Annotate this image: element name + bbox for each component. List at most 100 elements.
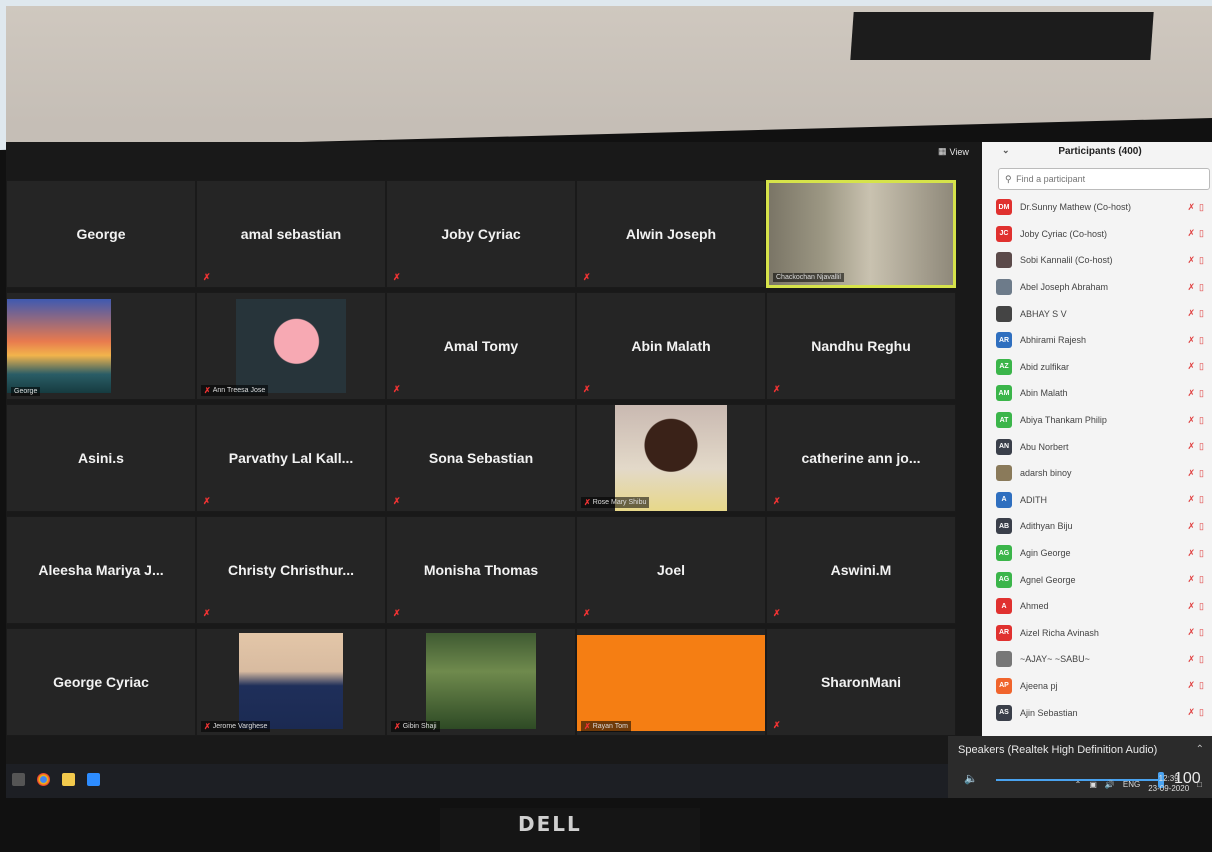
participant-name: Joby Cyriac (441, 226, 521, 242)
participant-row-name: Abiya Thankam Philip (1020, 415, 1107, 426)
video-tile[interactable]: ✗ Rayan Tom (576, 628, 766, 736)
mic-video-off-icon: ✗▯ (1187, 680, 1208, 691)
chevron-up-icon[interactable]: ⌃ (1196, 744, 1204, 755)
participant-search[interactable]: ⚲ (998, 168, 1210, 190)
video-name-label: George (11, 387, 41, 396)
video-tile[interactable]: Joby Cyriac ✗ (386, 180, 576, 288)
video-tile[interactable]: Amal Tomy ✗ (386, 292, 576, 400)
notification-icon[interactable]: □ (1197, 780, 1202, 789)
volume-icon[interactable]: 🔊 (1105, 780, 1115, 789)
video-tile[interactable]: George Cyriac (6, 628, 196, 736)
video-tile[interactable]: George (6, 292, 196, 400)
participant-row[interactable]: AZ Abid zulfikar ✗▯ (996, 354, 1212, 381)
participant-row-name: Ajeena pj (1020, 680, 1058, 691)
participant-row[interactable]: AG Agnel George ✗▯ (996, 566, 1212, 593)
participant-row-name: Joby Cyriac (Co-host) (1020, 228, 1108, 239)
mic-video-off-icon: ✗▯ (1187, 254, 1208, 265)
participant-row[interactable]: ABHAY S V ✗▯ (996, 300, 1212, 327)
participant-row[interactable]: AT Abiya Thankam Philip ✗▯ (996, 407, 1212, 434)
video-tile[interactable]: Parvathy Lal Kall... ✗ (196, 404, 386, 512)
language-indicator[interactable]: ENG (1123, 780, 1140, 789)
file-explorer-icon[interactable] (62, 773, 75, 786)
task-view-icon[interactable] (12, 773, 25, 786)
video-tile[interactable]: Chackochan Njavallil (766, 180, 956, 288)
video-tile[interactable]: Aswini.M ✗ (766, 516, 956, 624)
video-tile[interactable]: ✗ Jerome Varghese (196, 628, 386, 736)
participant-row[interactable]: DM Dr.Sunny Mathew (Co-host) ✗▯ (996, 194, 1212, 221)
participant-row-name: Adithyan Biju (1020, 521, 1073, 532)
participant-name: SharonMani (820, 674, 902, 690)
participant-row[interactable]: AP Ajeena pj ✗▯ (996, 673, 1212, 700)
video-name-text: Gibin Shaji (402, 723, 437, 730)
participant-row[interactable]: JC Joby Cyriac (Co-host) ✗▯ (996, 221, 1212, 248)
video-tile[interactable]: Nandhu Reghu ✗ (766, 292, 956, 400)
video-tile[interactable]: Joel ✗ (576, 516, 766, 624)
video-tile[interactable]: Monisha Thomas ✗ (386, 516, 576, 624)
avatar: AR (996, 624, 1012, 641)
participant-row[interactable]: Abel Joseph Abraham ✗▯ (996, 274, 1212, 301)
video-tile[interactable]: ✗ Gibin Shaji (386, 628, 576, 736)
participant-row-name: Abu Norbert (1020, 441, 1069, 452)
view-button[interactable]: ▦ View (938, 146, 969, 157)
video-tile[interactable]: SharonMani ✗ (766, 628, 956, 736)
video-name-label: ✗ Gibin Shaji (391, 721, 440, 732)
participant-row-name: ADITH (1020, 494, 1047, 505)
speaker-icon[interactable]: 🔈 (964, 772, 978, 785)
avatar: AG (996, 545, 1012, 562)
participant-row[interactable]: A Ahmed ✗▯ (996, 593, 1212, 620)
clock[interactable]: 12:39 23-09-2020 (1148, 774, 1189, 794)
participant-row[interactable]: AR Aizel Richa Avinash ✗▯ (996, 620, 1212, 647)
participant-row[interactable]: AS Ajin Sebastian ✗▯ (996, 699, 1212, 726)
participant-row[interactable]: AG Agin George ✗▯ (996, 540, 1212, 567)
video-tile[interactable]: Asini.s (6, 404, 196, 512)
participant-row-name: Agin George (1020, 548, 1071, 559)
participant-name: George (76, 226, 126, 242)
mic-muted-icon: ✗ (773, 608, 781, 618)
video-tile[interactable]: Sona Sebastian ✗ (386, 404, 576, 512)
chrome-icon[interactable] (37, 773, 50, 786)
system-tray: ⌃ ▣ 🔊 ENG 12:39 23-09-2020 □ (1075, 774, 1202, 794)
participant-video-frame (577, 635, 765, 731)
video-tile[interactable]: ✗ Rose Mary Shibu (576, 404, 766, 512)
video-name-label: ✗ Ann Treesa Jose (201, 385, 269, 396)
video-tile[interactable]: Christy Christhur... ✗ (196, 516, 386, 624)
chevron-down-icon[interactable]: ⌄ (1002, 145, 1010, 156)
participant-name: Christy Christhur... (227, 562, 355, 578)
video-name-text: George (14, 388, 38, 395)
video-tile[interactable]: Aleesha Mariya J... (6, 516, 196, 624)
video-tile[interactable]: Abin Malath ✗ (576, 292, 766, 400)
participant-row[interactable]: AM Abin Malath ✗▯ (996, 380, 1212, 407)
mic-muted-icon: ✗ (773, 496, 781, 506)
avatar: AP (996, 677, 1012, 694)
video-tile[interactable]: amal sebastian ✗ (196, 180, 386, 288)
participant-row-name: ABHAY S V (1020, 308, 1067, 319)
participants-panel: ⌄ Participants (400) ⚲ DM Dr.Sunny Mathew… (982, 142, 1212, 746)
network-icon[interactable]: ▣ (1089, 780, 1097, 789)
participant-list: DM Dr.Sunny Mathew (Co-host) ✗▯ JC Joby Cyri… (982, 194, 1212, 726)
chevron-up-icon[interactable]: ⌃ (1075, 780, 1082, 789)
participant-row[interactable]: Sobi Kannalil (Co-host) ✗▯ (996, 247, 1212, 274)
participant-name: Parvathy Lal Kall... (228, 450, 354, 466)
mic-muted-icon: ✗ (203, 608, 211, 618)
avatar: AR (996, 332, 1012, 349)
search-input[interactable] (1014, 173, 1169, 185)
video-tile[interactable]: catherine ann jo... ✗ (766, 404, 956, 512)
mic-video-off-icon: ✗▯ (1187, 441, 1208, 452)
video-tile[interactable]: ✗ Ann Treesa Jose (196, 292, 386, 400)
zoom-app-icon[interactable] (87, 773, 100, 786)
participant-row[interactable]: A ADITH ✗▯ (996, 487, 1212, 514)
video-tile[interactable]: Alwin Joseph ✗ (576, 180, 766, 288)
mic-video-off-icon: ✗▯ (1187, 387, 1208, 398)
participant-row[interactable]: adarsh binoy ✗▯ (996, 460, 1212, 487)
participant-name: Sona Sebastian (428, 450, 534, 466)
participant-row[interactable]: AN Abu Norbert ✗▯ (996, 433, 1212, 460)
video-tile[interactable]: George (6, 180, 196, 288)
participant-row[interactable]: AB Adithyan Biju ✗▯ (996, 513, 1212, 540)
mic-muted-icon: ✗ (773, 384, 781, 394)
participant-row[interactable]: AR Abhirami Rajesh ✗▯ (996, 327, 1212, 354)
avatar: AS (996, 704, 1012, 721)
participant-row[interactable]: ~AJAY~ ~SABU~ ✗▯ (996, 646, 1212, 673)
avatar: A (996, 491, 1012, 508)
avatar: AG (996, 571, 1012, 588)
mic-video-off-icon: ✗▯ (1187, 547, 1208, 558)
